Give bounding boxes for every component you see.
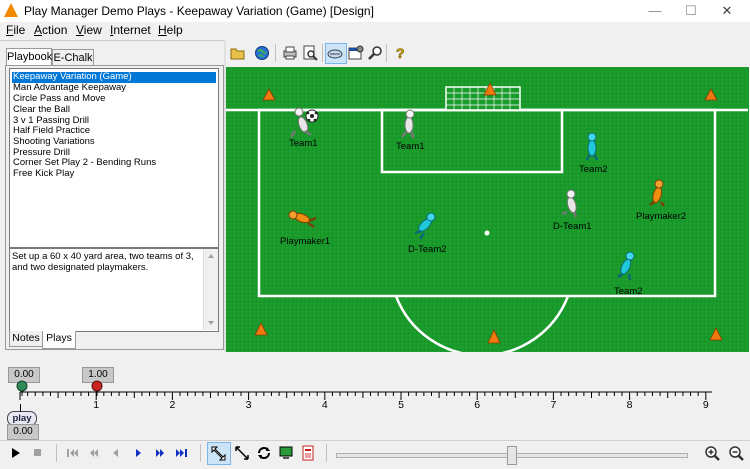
soccer-ball-icon[interactable] [305,109,319,123]
speed-slider-thumb[interactable] [507,446,517,465]
properties-icon[interactable] [348,45,364,61]
toolbar-separator [56,444,57,462]
resize-icon[interactable] [234,445,250,461]
first-frame-icon[interactable] [64,445,80,461]
tab-e-chalk[interactable]: E-Chalk [52,49,94,66]
select-region-icon[interactable] [210,445,226,461]
penalty-spot [484,230,490,236]
last-frame-icon[interactable] [174,445,190,461]
list-item[interactable]: Clear the Ball [12,104,71,116]
timeline-tick-label: 5 [398,399,404,411]
minimize-button[interactable]: — [640,2,670,20]
play-icon[interactable] [8,445,24,461]
help-icon[interactable]: ? [392,45,408,62]
timeline-tick-label: 9 [702,399,709,411]
notes-area[interactable]: Set up a 60 x 40 yard area, two teams of… [9,248,219,332]
player-label: Team1 [396,141,425,152]
prev-frame-icon[interactable] [86,445,102,461]
open-folder-icon[interactable] [230,45,246,61]
plays-list[interactable]: Keepaway Variation (Game) Man Advantage … [9,68,219,248]
timeline-tick-label: 6 [474,399,481,411]
menu-file[interactable]: File [6,23,25,37]
timeline-tick-label: 7 [550,399,557,411]
toolbar-separator [386,44,387,62]
timeline-ticks [19,392,707,400]
svg-text:?: ? [396,45,405,61]
list-item[interactable]: Free Kick Play [12,168,75,180]
goal-net [445,86,521,111]
window-title: Play Manager Demo Plays - Keepaway Varia… [24,4,374,18]
maximize-button[interactable]: ☐ [676,2,706,20]
tab-plays[interactable]: Plays [42,331,76,349]
timeline-splitter[interactable] [0,352,750,364]
timeline-tick-label: 4 [321,399,328,411]
keyframe-marker-icon[interactable] [89,380,105,396]
step-back-icon[interactable] [108,445,124,461]
tab-playbook[interactable]: Playbook [6,48,52,66]
playhead-line [20,404,21,412]
next-frame-icon[interactable] [152,445,168,461]
zoom-tool-icon[interactable] [368,45,384,61]
tab-notes[interactable]: Notes [9,331,43,347]
keyframe-marker-icon[interactable] [14,380,30,396]
player-label: D-Team1 [553,221,592,232]
print-icon[interactable] [282,45,298,61]
toolbar-separator [200,444,201,462]
clip-icon[interactable] [300,445,316,461]
step-forward-icon[interactable] [130,445,146,461]
toolbar-separator [275,44,276,62]
field-drawing[interactable]: Team1 Team1 Team2 Playmaker2 D-Team1 Pla… [226,67,748,352]
list-item[interactable]: Circle Pass and Move [12,93,106,105]
loop-icon[interactable] [256,445,272,461]
zoom-in-icon[interactable] [704,445,720,461]
zoom-out-icon[interactable] [728,445,744,461]
scroll-arrows-icon [208,254,214,325]
player-label: Playmaker1 [280,236,330,247]
timeline-tick-label: 2 [169,399,176,411]
toolbar-separator [326,444,327,462]
player-label: Team2 [579,164,608,175]
notes-text: Set up a 60 x 40 yard area, two teams of… [12,251,194,273]
timeline-tick-label: 1 [93,399,100,411]
cone-app-icon [4,3,18,17]
menu-view[interactable]: View [76,23,102,37]
notes-scrollbar[interactable] [203,249,218,330]
list-item[interactable]: Shooting Variations [12,136,96,148]
player-label: Playmaker2 [636,211,686,222]
list-item[interactable]: Man Advantage Keepaway [12,82,127,94]
stop-icon[interactable] [30,445,46,461]
toolbar-separator [322,44,323,62]
globe-icon[interactable] [254,45,270,61]
close-button[interactable]: ✕ [712,2,742,20]
menu-action[interactable]: Action [34,23,67,37]
player-label: Team1 [289,138,318,149]
print-preview-icon[interactable] [302,45,318,61]
list-item[interactable]: Half Field Practice [12,125,91,137]
menu-help[interactable]: Help [158,23,183,37]
timeline-tick-label: 8 [626,399,633,411]
player-label: Team2 [614,286,643,297]
field-view-icon[interactable] [327,45,343,61]
list-item[interactable]: Keepaway Variation (Game) [12,71,216,83]
current-time: 0.00 [7,424,39,440]
panel-divider [0,40,224,41]
list-item[interactable]: Corner Set Play 2 - Bending Runs [12,157,157,169]
menu-internet[interactable]: Internet [110,23,151,37]
monitor-icon[interactable] [278,445,294,461]
timeline-tick-label: 3 [245,399,252,411]
player-label: D-Team2 [408,244,447,255]
